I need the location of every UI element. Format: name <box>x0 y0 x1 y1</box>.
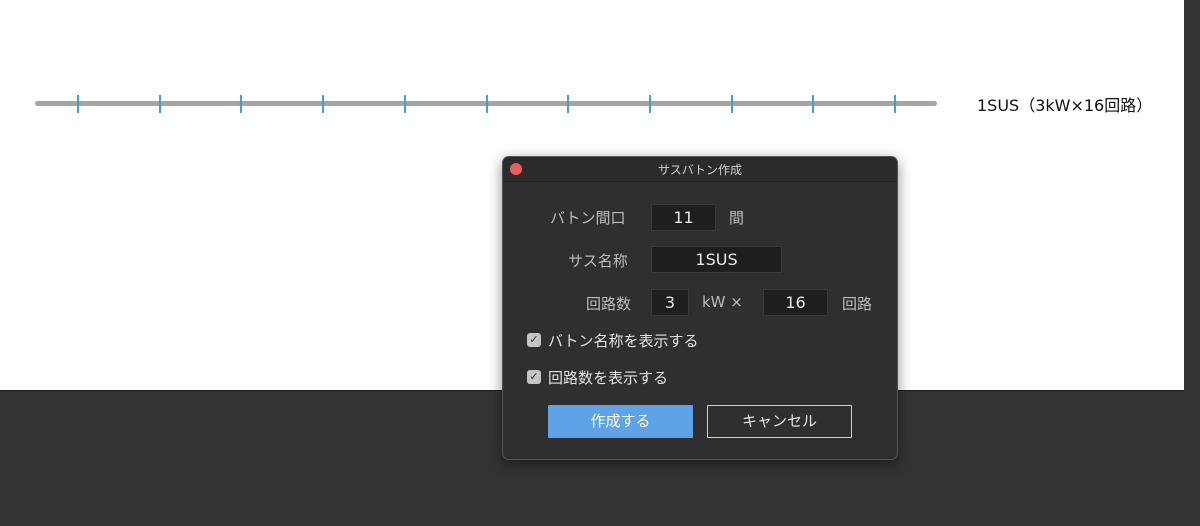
show-circuit-count-row[interactable]: ✓ 回路数を表示する <box>527 367 668 387</box>
dialog-title: サスバトン作成 <box>657 163 743 177</box>
batten-tick <box>567 95 569 113</box>
batten-tick <box>240 95 242 113</box>
show-batten-name-checkbox[interactable]: ✓ <box>527 333 541 347</box>
batten-tick <box>731 95 733 113</box>
batten-tick <box>159 95 161 113</box>
create-batten-dialog: サスバトン作成 バトン間口 11 間 サス名称 1SUS 回路数 3 kW × … <box>502 156 898 460</box>
batten-span-input[interactable]: 11 <box>651 204 716 231</box>
batten-tick <box>77 95 79 113</box>
batten-tick <box>404 95 406 113</box>
kw-unit-label: kW × <box>702 293 743 311</box>
show-batten-name-label: バトン名称を表示する <box>548 331 699 350</box>
batten-tick <box>894 95 896 113</box>
show-circuit-count-checkbox[interactable]: ✓ <box>527 370 541 384</box>
cancel-button[interactable]: キャンセル <box>707 405 852 438</box>
checkmark-icon: ✓ <box>529 333 539 346</box>
checkmark-icon: ✓ <box>529 370 539 383</box>
batten-span-label: バトン間口 <box>550 209 626 227</box>
circuit-unit-label: 回路 <box>842 295 873 313</box>
batten-tick <box>486 95 488 113</box>
batten-label: 1SUS（3kW×16回路） <box>977 96 1153 115</box>
batten-span-unit: 間 <box>729 209 745 227</box>
sus-name-input[interactable]: 1SUS <box>651 246 782 273</box>
batten-tick <box>812 95 814 113</box>
dialog-titlebar[interactable]: サスバトン作成 <box>503 157 897 182</box>
circuits-label: 回路数 <box>586 295 632 313</box>
create-button[interactable]: 作成する <box>548 405 693 438</box>
batten-tick <box>322 95 324 113</box>
show-circuit-count-label: 回路数を表示する <box>548 368 669 387</box>
show-batten-name-row[interactable]: ✓ バトン名称を表示する <box>527 330 698 350</box>
batten-tick <box>649 95 651 113</box>
sus-name-label: サス名称 <box>568 252 628 270</box>
circuit-count-input[interactable]: 16 <box>763 289 828 316</box>
kw-input[interactable]: 3 <box>651 289 689 316</box>
